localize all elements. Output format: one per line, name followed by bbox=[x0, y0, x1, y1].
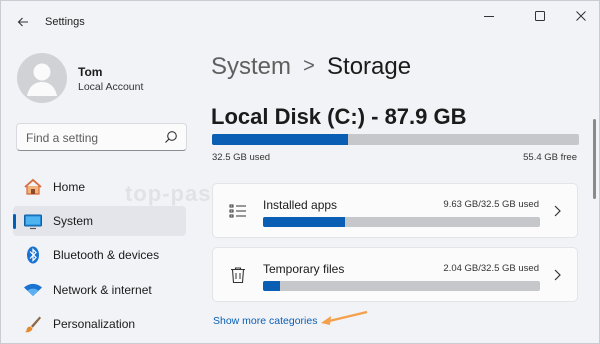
search-icon[interactable] bbox=[164, 130, 178, 144]
page-title: Storage bbox=[327, 53, 412, 80]
home-icon bbox=[24, 178, 42, 195]
breadcrumb: System > Storage bbox=[211, 53, 411, 81]
category-usage-bar bbox=[263, 281, 540, 291]
category-usage-fill bbox=[263, 217, 345, 227]
close-icon bbox=[576, 11, 586, 21]
search-input[interactable]: Find a setting bbox=[26, 131, 98, 145]
sidebar-item-network[interactable]: Network & internet bbox=[13, 275, 186, 305]
category-usage: 9.63 GB/32.5 GB used bbox=[443, 199, 539, 210]
avatar bbox=[17, 53, 67, 103]
breadcrumb-parent[interactable]: System bbox=[211, 53, 291, 80]
minimize-button[interactable] bbox=[469, 5, 509, 27]
user-name: Tom bbox=[78, 65, 103, 79]
search-box[interactable]: Find a setting bbox=[16, 123, 187, 151]
trash-icon bbox=[231, 267, 245, 284]
disk-used-label: 32.5 GB used bbox=[212, 152, 271, 163]
back-arrow-icon bbox=[17, 17, 28, 27]
category-installed-apps[interactable]: Installed apps 9.63 GB/32.5 GB used bbox=[212, 183, 578, 238]
show-more-categories-link[interactable]: Show more categories bbox=[213, 315, 317, 327]
close-button[interactable] bbox=[561, 5, 599, 27]
sidebar-item-label: Home bbox=[53, 180, 86, 194]
annotation-arrow-icon bbox=[321, 310, 368, 325]
sidebar-item-label: System bbox=[53, 214, 94, 228]
category-usage-bar bbox=[263, 217, 540, 227]
disk-free-label: 55.4 GB free bbox=[523, 152, 577, 163]
back-button[interactable] bbox=[13, 12, 33, 32]
window-title: Settings bbox=[45, 16, 85, 28]
category-title: Installed apps bbox=[263, 198, 338, 212]
person-icon bbox=[27, 63, 57, 96]
list-icon bbox=[229, 204, 246, 218]
account-type: Local Account bbox=[78, 81, 144, 93]
disk-usage-bar bbox=[212, 134, 579, 145]
minimize-icon bbox=[484, 16, 494, 17]
wifi-icon bbox=[24, 283, 42, 296]
category-usage: 2.04 GB/32.5 GB used bbox=[443, 263, 539, 274]
category-temporary-files[interactable]: Temporary files 2.04 GB/32.5 GB used bbox=[212, 247, 578, 302]
brush-icon bbox=[25, 316, 41, 333]
sidebar-item-label: Network & internet bbox=[53, 283, 152, 297]
bluetooth-icon bbox=[27, 246, 39, 264]
sidebar-item-bluetooth[interactable]: Bluetooth & devices bbox=[13, 240, 186, 270]
system-display-icon bbox=[24, 214, 42, 230]
maximize-button[interactable] bbox=[520, 5, 560, 27]
disk-title: Local Disk (C:) - 87.9 GB bbox=[211, 104, 467, 129]
chevron-right-icon bbox=[554, 205, 561, 217]
sidebar-item-personalization[interactable]: Personalization bbox=[13, 309, 186, 339]
chevron-right-icon bbox=[554, 269, 561, 281]
sidebar-item-label: Bluetooth & devices bbox=[53, 248, 160, 262]
settings-window: Settings Tom Local Account Find a settin… bbox=[0, 0, 600, 344]
sidebar-item-system[interactable]: System bbox=[13, 206, 186, 236]
category-title: Temporary files bbox=[263, 262, 345, 276]
scrollbar[interactable] bbox=[593, 119, 596, 199]
sidebar-item-label: Personalization bbox=[53, 317, 136, 331]
selection-indicator bbox=[13, 214, 16, 229]
disk-usage-fill bbox=[212, 134, 348, 145]
title-bar: Settings bbox=[1, 1, 599, 43]
category-usage-fill bbox=[263, 281, 281, 291]
chevron-right-icon: > bbox=[303, 55, 315, 77]
user-profile[interactable]: Tom Local Account bbox=[17, 53, 197, 105]
maximize-icon bbox=[535, 11, 545, 21]
